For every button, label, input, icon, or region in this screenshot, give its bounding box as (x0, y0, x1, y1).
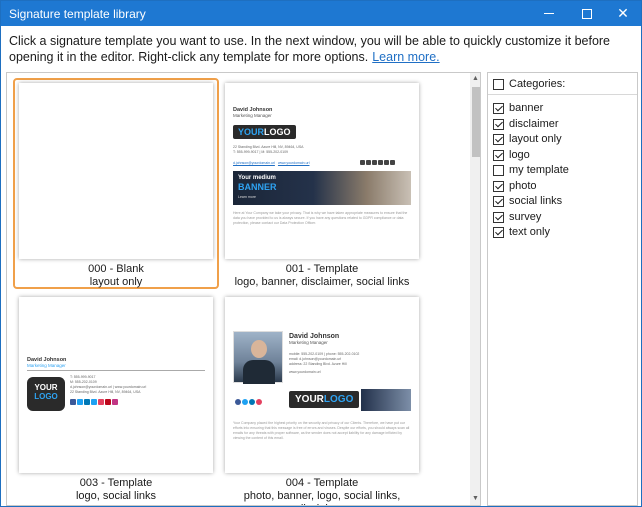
logo-text-b: LOGO (34, 392, 58, 401)
category-label: logo (509, 148, 530, 161)
window-title: Signature template library (9, 7, 146, 21)
preview-role: Marketing Manager (27, 363, 66, 368)
categories-panel: Categories: banner disclaimer layout only l… (487, 72, 638, 506)
preview-name: David Johnson (289, 333, 340, 340)
category-label: text only (509, 226, 550, 238)
minimize-button[interactable] (529, 1, 569, 26)
template-title: 004 - Template (285, 477, 359, 489)
preview-email: d.johnson@yourdomain.url (233, 161, 275, 165)
template-tags: logo, social links (75, 490, 157, 502)
category-checkbox[interactable] (493, 180, 504, 192)
category-item[interactable]: survey (488, 211, 637, 226)
maximize-button[interactable] (567, 1, 607, 26)
preview-role: Marketing Manager (289, 340, 328, 345)
preview-social-icons (360, 156, 396, 168)
learn-more-link[interactable]: Learn more. (372, 50, 439, 64)
preview-logo: YOURLOGO (233, 125, 296, 139)
category-checkbox[interactable] (493, 227, 504, 238)
template-preview-001: David Johnson Marketing Manager YOURLOGO… (225, 83, 419, 259)
category-checkbox[interactable] (493, 165, 504, 176)
category-item[interactable]: disclaimer (488, 118, 637, 133)
category-label: banner (509, 102, 544, 114)
category-label: my template (509, 164, 569, 176)
template-caption: 003 - Template logo, social links (19, 477, 213, 503)
preview-banner: Your medium BANNER Learn more (233, 171, 411, 205)
category-checkbox[interactable] (493, 196, 504, 207)
categories-select-all-checkbox[interactable] (493, 79, 504, 90)
banner-line-2: BANNER (238, 182, 277, 192)
preview-address: 22 Standing Blvd. Azure Hill, NV, 89464,… (70, 390, 141, 394)
categories-header: Categories: (488, 73, 637, 95)
logo-text-a: YOUR (34, 383, 58, 392)
template-preview-003: David Johnson Marketing Manager YOUR LOG… (19, 297, 213, 473)
signature-template-library-window: Signature template library ✕ Click a sig… (0, 0, 642, 507)
template-title: 001 - Template (285, 263, 359, 275)
instructions-body: Click a signature template you want to u… (9, 34, 611, 64)
preview-web: www.yourdomain.url (277, 161, 310, 165)
template-tags: photo, banner, logo, social links, discl… (243, 490, 401, 505)
category-label: disclaimer (509, 117, 559, 130)
category-item[interactable]: social links (488, 195, 637, 210)
category-checkbox[interactable] (493, 134, 504, 145)
logo-text-b: LOGO (264, 127, 291, 137)
template-tags: layout only (89, 276, 143, 288)
preview-role: Marketing Manager (233, 113, 272, 118)
category-label: social links (509, 195, 563, 207)
category-item[interactable]: layout only (488, 133, 637, 148)
template-gallery: 000 - Blank layout only David Johnson Ma… (6, 72, 481, 506)
category-item[interactable]: my template (488, 164, 637, 179)
scroll-thumb[interactable] (472, 87, 480, 157)
category-item[interactable]: text only (488, 226, 637, 241)
instructions-text: Click a signature template you want to u… (9, 33, 633, 65)
category-checkbox[interactable] (493, 211, 504, 223)
preview-divider (27, 370, 205, 371)
category-item[interactable]: photo (488, 180, 637, 195)
dialog-content: Click a signature template you want to u… (1, 26, 641, 506)
template-caption: 001 - Template logo, banner, disclaimer,… (225, 263, 419, 289)
close-button[interactable]: ✕ (603, 1, 642, 26)
logo-text-a: YOUR (295, 394, 324, 405)
logo-text-a: YOUR (238, 127, 265, 137)
preview-photo (233, 331, 283, 384)
template-caption: 004 - Template photo, banner, logo, soci… (225, 477, 419, 505)
preview-banner (361, 389, 411, 411)
category-item[interactable]: banner (488, 102, 637, 117)
preview-social-icons (235, 396, 263, 408)
banner-line-1: Your medium (238, 175, 276, 181)
template-title: 003 - Template (79, 477, 153, 489)
preview-logo: YOURLOGO (289, 391, 360, 408)
template-caption: 000 - Blank layout only (19, 263, 213, 289)
template-tags: logo, banner, disclaimer, social links (234, 276, 410, 288)
scroll-down-icon[interactable]: ▼ (470, 493, 480, 505)
preview-web: www.yourdomain.url (289, 370, 321, 374)
category-checkbox[interactable] (493, 149, 504, 161)
minimize-icon (544, 13, 554, 14)
category-item[interactable]: logo (488, 149, 637, 164)
preview-address: address: 22 Standing Blvd. Azure Hill (289, 362, 347, 366)
preview-disclaimer: Your Company placed the highest priority… (233, 421, 410, 440)
template-title: 000 - Blank (88, 263, 144, 275)
title-bar[interactable]: Signature template library ✕ (1, 1, 641, 26)
preview-social-icons (70, 396, 119, 408)
category-label: photo (509, 179, 537, 192)
category-checkbox[interactable] (493, 118, 504, 130)
category-checkbox[interactable] (493, 103, 504, 114)
close-icon: ✕ (617, 5, 629, 21)
preview-logo: YOUR LOGO (27, 377, 65, 411)
banner-line-3: Learn more (238, 195, 256, 199)
logo-text-b: LOGO (323, 394, 354, 405)
scroll-up-icon[interactable]: ▲ (470, 73, 480, 85)
category-label: layout only (509, 133, 562, 145)
gallery-scrollbar[interactable]: ▲ ▼ (470, 73, 480, 505)
template-preview-004: David Johnson Marketing Manager mobile: … (225, 297, 419, 473)
category-label: survey (509, 210, 542, 223)
categories-header-label: Categories: (509, 78, 566, 90)
template-preview-blank (19, 83, 213, 259)
preview-disclaimer: Here at Your Company we take your privac… (233, 211, 408, 225)
maximize-icon (582, 8, 592, 19)
